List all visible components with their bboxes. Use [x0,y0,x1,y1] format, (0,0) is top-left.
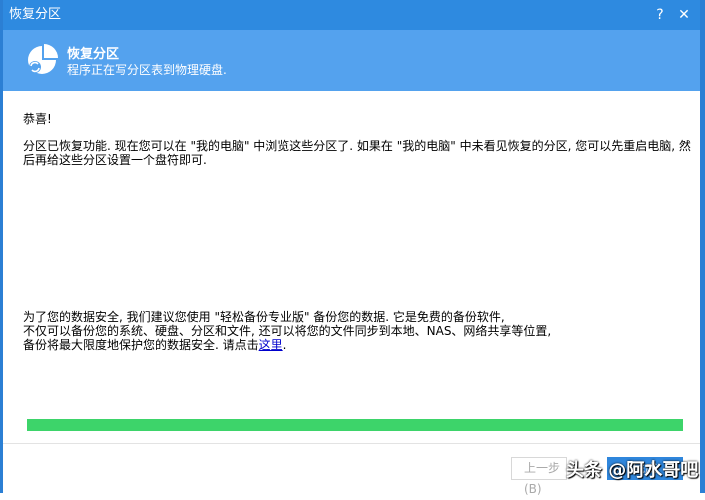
watermark: 头条 @阿水哥吧 [566,460,699,481]
window-title: 恢复分区 [9,7,62,22]
progress-fill [27,419,683,431]
header-title: 恢复分区 [67,47,120,62]
result-paragraph: 分区已恢复功能. 现在您可以在 "我的电脑" 中浏览这些分区了. 如果在 "我的… [23,139,691,167]
header-subtitle: 程序正在写分区表到物理硬盘. [67,63,227,77]
partition-recovery-icon [28,44,58,74]
back-button[interactable]: 上一步(B) [511,457,567,496]
recover-partition-dialog: 恢复分区 ? ✕ 恢复分区 程序正在写分区表到物理硬盘. 恭喜! 分区已恢复功能… [0,0,705,496]
promo-line-3: 备份将最大限度地保护您的数据安全. 请点击 [23,338,259,352]
greeting-text: 恭喜! [23,112,52,126]
promo-line-1: 为了您的数据安全, 我们建议您使用 "轻松备份专业版" 备份您的数据. 它是免费… [23,310,505,324]
close-icon[interactable]: ✕ [674,5,694,25]
message-area: 恭喜! 分区已恢复功能. 现在您可以在 "我的电脑" 中浏览这些分区了. 如果在… [23,112,693,167]
promo-period: . [282,338,287,352]
title-bar: 恢复分区 ? ✕ [3,0,700,30]
promo-line-2: 不仅可以备份您的系统、硬盘、分区和文件, 还可以将您的文件同步到本地、NAS、网… [23,324,552,338]
help-icon[interactable]: ? [650,5,670,25]
promo-text: 为了您的数据安全, 我们建议您使用 "轻松备份专业版" 备份您的数据. 它是免费… [23,310,693,352]
header-banner: 恢复分区 程序正在写分区表到物理硬盘. [3,30,700,91]
footer-divider [3,443,700,444]
here-link[interactable]: 这里 [259,338,283,352]
progress-bar [27,419,683,431]
